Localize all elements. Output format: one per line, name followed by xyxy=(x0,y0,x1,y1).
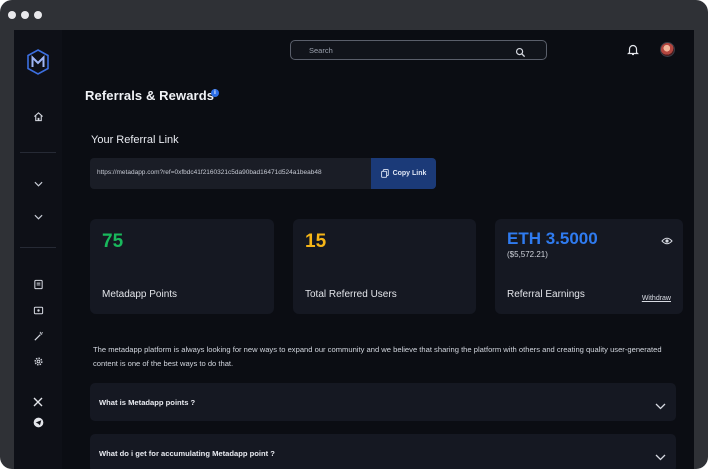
window-dot xyxy=(34,11,42,19)
sidebar-divider xyxy=(20,247,56,248)
faq-item[interactable]: What do i get for accumulating Metadapp … xyxy=(90,434,676,469)
telegram-icon[interactable] xyxy=(28,412,48,432)
chevron-down-icon[interactable] xyxy=(655,397,666,410)
points-value: 75 xyxy=(102,231,124,252)
info-icon[interactable]: i xyxy=(211,89,219,97)
avatar[interactable] xyxy=(660,42,675,57)
faq-item[interactable]: What is Metadapp points ? xyxy=(90,383,676,421)
faq-question: What is Metadapp points ? xyxy=(99,398,196,407)
withdraw-link[interactable]: Withdraw xyxy=(642,295,671,302)
browser-window: Referrals & Rewards i Your Referral Link… xyxy=(0,0,708,469)
points-label: Metadapp Points xyxy=(102,289,178,300)
copy-icon xyxy=(380,169,389,178)
search-bar[interactable] xyxy=(290,40,547,60)
referral-link-field: https://metadapp.com?ref=0xfbdc41f216032… xyxy=(90,158,436,189)
title-bar xyxy=(0,0,708,30)
chevron-down-icon[interactable] xyxy=(28,207,48,227)
copy-link-button[interactable]: Copy Link xyxy=(371,158,436,189)
wallet-icon[interactable] xyxy=(28,300,48,320)
document-icon[interactable] xyxy=(28,274,48,294)
referred-users-card: 15 Total Referred Users xyxy=(293,219,476,314)
referral-earnings-card: ETH 3.5000 ($5,572.21) Referral Earnings… xyxy=(495,219,683,314)
referred-users-value: 15 xyxy=(305,231,327,252)
window-dot xyxy=(8,11,16,19)
logo-icon[interactable] xyxy=(26,49,50,75)
magic-wand-icon[interactable] xyxy=(28,326,48,346)
sidebar-divider xyxy=(20,152,56,153)
sidebar xyxy=(14,30,62,469)
referral-link-text[interactable]: https://metadapp.com?ref=0xfbdc41f216032… xyxy=(97,169,322,176)
x-icon[interactable] xyxy=(28,392,48,412)
chevron-down-icon[interactable] xyxy=(655,448,666,461)
app-window: Referrals & Rewards i Your Referral Link… xyxy=(14,30,694,469)
referred-users-label: Total Referred Users xyxy=(305,289,397,300)
earnings-label: Referral Earnings xyxy=(507,289,585,300)
points-card: 75 Metadapp Points xyxy=(90,219,274,314)
page-title: Referrals & Rewards xyxy=(85,88,215,103)
earnings-usd-value: ($5,572.21) xyxy=(507,250,548,259)
copy-link-label: Copy Link xyxy=(392,170,427,177)
referral-link-label: Your Referral Link xyxy=(91,134,179,146)
chevron-down-icon[interactable] xyxy=(28,174,48,194)
search-icon[interactable] xyxy=(515,45,526,58)
settings-icon[interactable] xyxy=(28,351,48,371)
referral-description: The metadapp platform is always looking … xyxy=(93,345,662,368)
bell-icon[interactable] xyxy=(627,43,639,56)
eye-icon[interactable] xyxy=(661,233,673,245)
window-dot xyxy=(21,11,29,19)
home-icon[interactable] xyxy=(28,106,48,126)
earnings-value: ETH 3.5000 xyxy=(507,229,598,248)
search-input[interactable] xyxy=(309,44,509,57)
faq-question: What do i get for accumulating Metadapp … xyxy=(99,449,275,458)
